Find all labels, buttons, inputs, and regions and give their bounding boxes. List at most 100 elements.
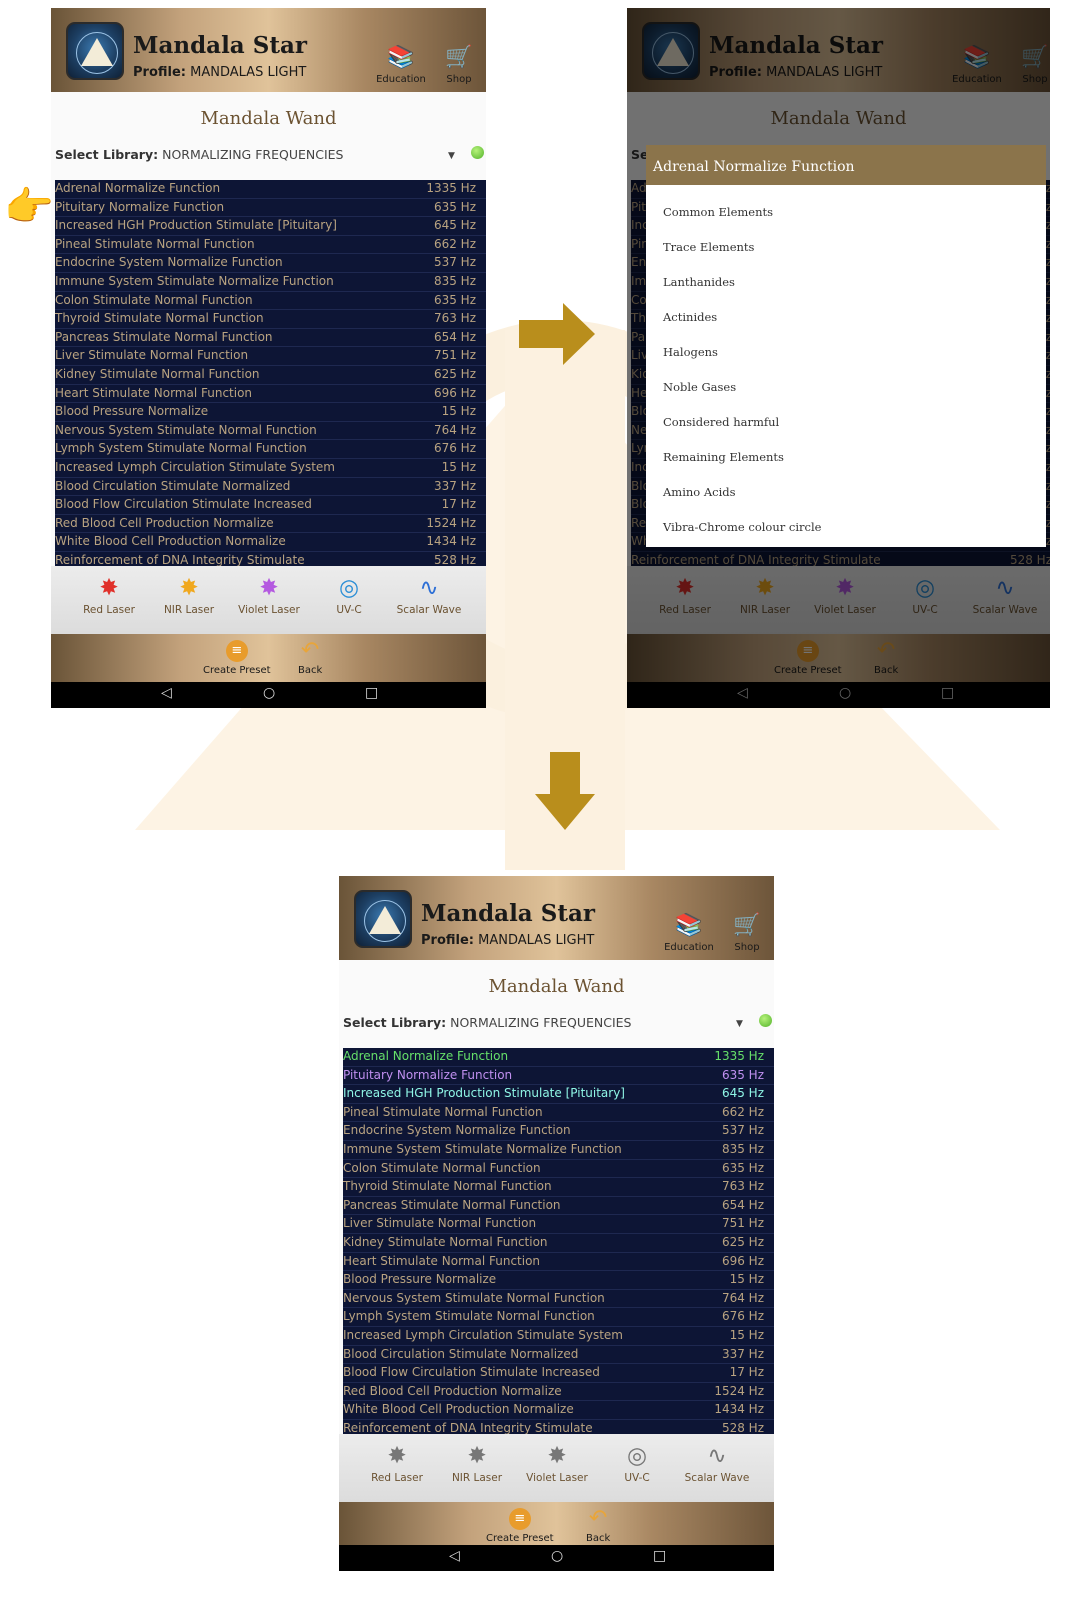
popup-option[interactable]: Trace Elements [646, 220, 1046, 255]
tool-button-uv-c[interactable]: ◎ UV-C [597, 1442, 677, 1484]
frequency-row[interactable]: Increased HGH Production Stimulate [Pitu… [343, 1085, 774, 1104]
frequency-value: 15 Hz [441, 404, 476, 419]
frequency-row[interactable]: Liver Stimulate Normal Function 751 Hz [55, 347, 486, 366]
app-header: Mandala Star Profile: MANDALAS LIGHT 📚Ed… [339, 876, 774, 960]
frequency-value: 537 Hz [433, 255, 476, 270]
frequency-list[interactable]: Adrenal Normalize Function 1335 Hz Pituita… [55, 180, 486, 566]
frequency-row[interactable]: White Blood Cell Production Normalize 143… [55, 533, 486, 552]
tool-button-red-laser[interactable]: ✸ Red Laser [357, 1442, 437, 1484]
library-select[interactable]: Select Library:NORMALIZING FREQUENCIES [343, 1015, 631, 1030]
education-button[interactable]: 📚Education [661, 914, 717, 958]
frequency-row[interactable]: Kidney Stimulate Normal Function 625 Hz [343, 1234, 774, 1253]
frequency-row[interactable]: Heart Stimulate Normal Function 696 Hz [55, 385, 486, 404]
tool-button-nir-laser[interactable]: ✸ NIR Laser [437, 1442, 517, 1484]
tool-button-uv-c[interactable]: ◎ UV-C [309, 574, 389, 616]
nav-recents-icon[interactable]: □ [653, 1548, 666, 1564]
frequency-row[interactable]: Kidney Stimulate Normal Function 625 Hz [55, 366, 486, 385]
frequency-name: Pineal Stimulate Normal Function [343, 1104, 543, 1119]
frequency-row[interactable]: Blood Flow Circulation Stimulate Increas… [55, 496, 486, 515]
frequency-row[interactable]: Pituitary Normalize Function 635 Hz [55, 199, 486, 218]
frequency-name: Colon Stimulate Normal Function [55, 292, 253, 307]
chevron-down-icon[interactable]: ▼ [448, 151, 455, 161]
frequency-row[interactable]: Blood Flow Circulation Stimulate Increas… [343, 1364, 774, 1383]
popup-option[interactable]: Vibra-Chrome colour circle [646, 500, 1046, 535]
shop-button[interactable]: 🛒Shop [431, 46, 486, 90]
frequency-row[interactable]: Nervous System Stimulate Normal Function… [343, 1290, 774, 1309]
library-select[interactable]: Select Library:NORMALIZING FREQUENCIES [55, 147, 343, 162]
popup-option[interactable]: Noble Gases [646, 360, 1046, 395]
tool-button-violet-laser[interactable]: ✸ Violet Laser [517, 1442, 597, 1484]
frequency-row[interactable]: Red Blood Cell Production Normalize 1524 … [343, 1383, 774, 1402]
education-button[interactable]: 📚Education [373, 46, 429, 90]
frequency-row[interactable]: Immune System Stimulate Normalize Functi… [343, 1141, 774, 1160]
popup-option[interactable]: Actinides [646, 290, 1046, 325]
frequency-row[interactable]: Immune System Stimulate Normalize Functi… [55, 273, 486, 292]
frequency-row[interactable]: Lymph System Stimulate Normal Function 67… [343, 1308, 774, 1327]
tool-button-scalar-wave[interactable]: ∿ Scalar Wave [677, 1442, 757, 1484]
frequency-row[interactable]: Red Blood Cell Production Normalize 1524 … [55, 515, 486, 534]
back-arrow-icon: ↶ [300, 638, 320, 663]
frequency-row[interactable]: Blood Pressure Normalize 15 Hz [55, 403, 486, 422]
frequency-row[interactable]: Reinforcement of DNA Integrity Stimulate… [55, 552, 486, 566]
popup-option[interactable]: Halogens [646, 325, 1046, 360]
popup-option[interactable]: Remaining Elements [646, 430, 1046, 465]
popup-option[interactable]: Amino Acids [646, 465, 1046, 500]
frequency-row[interactable]: Reinforcement of DNA Integrity Stimulate… [343, 1420, 774, 1434]
frequency-row[interactable]: Blood Pressure Normalize 15 Hz [343, 1271, 774, 1290]
frequency-row[interactable]: Colon Stimulate Normal Function 635 Hz [55, 292, 486, 311]
frequency-row[interactable]: Endocrine System Normalize Function 537 H… [55, 254, 486, 273]
frequency-row[interactable]: Increased Lymph Circulation Stimulate Sy… [343, 1327, 774, 1346]
frequency-row[interactable]: Thyroid Stimulate Normal Function 763 Hz [343, 1178, 774, 1197]
tool-button-nir-laser[interactable]: ✸ NIR Laser [149, 574, 229, 616]
frequency-name: Colon Stimulate Normal Function [343, 1160, 541, 1175]
frequency-row[interactable]: Pancreas Stimulate Normal Function 654 Hz [55, 329, 486, 348]
frequency-row[interactable]: Liver Stimulate Normal Function 751 Hz [343, 1215, 774, 1234]
tool-button-scalar-wave[interactable]: ∿ Scalar Wave [389, 574, 469, 616]
nav-back-icon[interactable]: ◁ [161, 685, 172, 701]
frequency-row[interactable]: Nervous System Stimulate Normal Function… [55, 422, 486, 441]
tool-button-red-laser[interactable]: ✸ Red Laser [69, 574, 149, 616]
scalar-wave-icon: ∿ [707, 1443, 727, 1469]
frequency-row[interactable]: Increased Lymph Circulation Stimulate Sy… [55, 459, 486, 478]
frequency-row[interactable]: Lymph System Stimulate Normal Function 67… [55, 440, 486, 459]
frequency-name: Reinforcement of DNA Integrity Stimulate [55, 552, 305, 566]
frequency-name: Heart Stimulate Normal Function [55, 385, 253, 400]
back-button[interactable]: ↶Back [586, 1508, 610, 1545]
frequency-row[interactable]: Blood Circulation Stimulate Normalized 33… [55, 478, 486, 497]
nav-home-icon[interactable]: ○ [263, 685, 275, 701]
popup-option[interactable]: Considered harmful [646, 395, 1046, 430]
popup-option[interactable]: Lanthanides [646, 255, 1046, 290]
frequency-value: 654 Hz [721, 1197, 764, 1212]
back-button[interactable]: ↶Back [298, 638, 322, 677]
nav-recents-icon[interactable]: □ [365, 685, 378, 701]
frequency-row[interactable]: Pineal Stimulate Normal Function 662 Hz [55, 236, 486, 255]
popup-options: Common Elements Trace Elements Lanthanides… [646, 185, 1046, 535]
frequency-row[interactable]: Pancreas Stimulate Normal Function 654 Hz [343, 1197, 774, 1216]
shop-button[interactable]: 🛒Shop [719, 914, 774, 958]
nav-home-icon[interactable]: ○ [551, 1548, 563, 1564]
frequency-row[interactable]: Adrenal Normalize Function 1335 Hz [55, 180, 486, 199]
frequency-value: 635 Hz [433, 292, 476, 307]
frequency-row[interactable]: Heart Stimulate Normal Function 696 Hz [343, 1253, 774, 1272]
popup-option[interactable]: Common Elements [646, 185, 1046, 220]
nav-back-icon[interactable]: ◁ [449, 1548, 460, 1564]
status-indicator [759, 1014, 772, 1027]
frequency-row[interactable]: Pineal Stimulate Normal Function 662 Hz [343, 1104, 774, 1123]
frequency-value: 15 Hz [729, 1272, 764, 1287]
chevron-down-icon[interactable]: ▼ [736, 1019, 743, 1029]
tool-button-violet-laser[interactable]: ✸ Violet Laser [229, 574, 309, 616]
frequency-row[interactable]: Blood Circulation Stimulate Normalized 33… [343, 1346, 774, 1365]
frequency-value: 763 Hz [721, 1179, 764, 1194]
arrow-right-icon [519, 303, 595, 365]
frequency-row[interactable]: Thyroid Stimulate Normal Function 763 Hz [55, 310, 486, 329]
frequency-row[interactable]: White Blood Cell Production Normalize 143… [343, 1401, 774, 1420]
frequency-row[interactable]: Adrenal Normalize Function 1335 Hz [343, 1048, 774, 1067]
frequency-row[interactable]: Colon Stimulate Normal Function 635 Hz [343, 1160, 774, 1179]
frequency-row[interactable]: Pituitary Normalize Function 635 Hz [343, 1067, 774, 1086]
frequency-row[interactable]: Endocrine System Normalize Function 537 H… [343, 1122, 774, 1141]
create-preset-button[interactable]: ≡Create Preset [203, 640, 271, 676]
frequency-list[interactable]: Adrenal Normalize Function 1335 Hz Pituita… [343, 1048, 774, 1434]
frequency-row[interactable]: Increased HGH Production Stimulate [Pitu… [55, 217, 486, 236]
create-preset-button[interactable]: ≡Create Preset [486, 1508, 554, 1544]
uvc-icon: ◎ [338, 575, 360, 601]
